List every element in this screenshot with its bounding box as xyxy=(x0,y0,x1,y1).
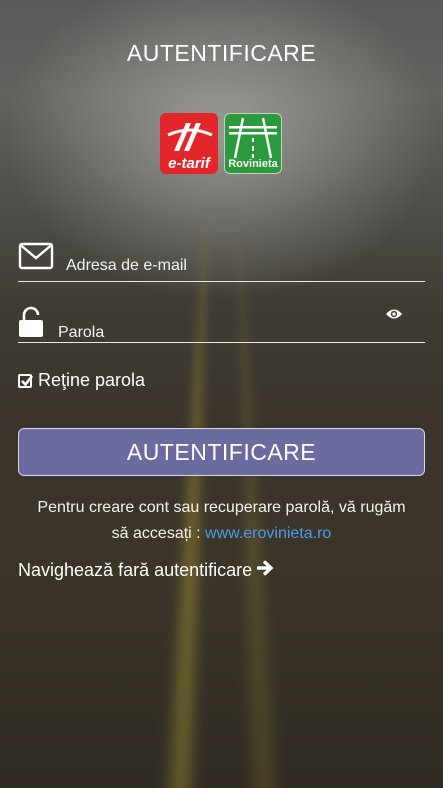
rovinieta-label: Rovinieta xyxy=(228,158,278,170)
login-button[interactable]: AUTENTIFICARE xyxy=(18,428,425,476)
logos: e-tarif Rovinieta xyxy=(160,113,282,174)
page-title: AUTENTIFICARE xyxy=(126,40,317,66)
envelope-icon xyxy=(18,242,54,275)
browse-without-login-link[interactable]: Navighează fară autentificare xyxy=(18,560,274,581)
email-field xyxy=(18,238,425,282)
browse-without-login-label: Navighează fară autentificare xyxy=(18,560,253,580)
show-password-eye-icon[interactable] xyxy=(385,307,403,326)
unlock-icon xyxy=(18,306,44,343)
password-field xyxy=(18,304,425,345)
rovinieta-logo: Rovinieta xyxy=(224,113,282,174)
checkbox-check-icon[interactable] xyxy=(18,373,34,388)
email-input[interactable] xyxy=(64,254,418,278)
erovinieta-link[interactable]: www.erovinieta.ro xyxy=(205,525,331,542)
etarif-logo: e-tarif xyxy=(160,113,218,174)
etarif-label: e-tarif xyxy=(168,155,210,172)
arrow-right-icon xyxy=(256,560,274,581)
account-info-text: Pentru creare cont sau recuperare parolă… xyxy=(30,495,413,547)
remember-password-checkbox[interactable]: Reţine parola xyxy=(18,370,145,391)
remember-password-label: Reţine parola xyxy=(38,370,146,390)
password-input[interactable] xyxy=(56,321,380,345)
background-road xyxy=(116,0,326,210)
